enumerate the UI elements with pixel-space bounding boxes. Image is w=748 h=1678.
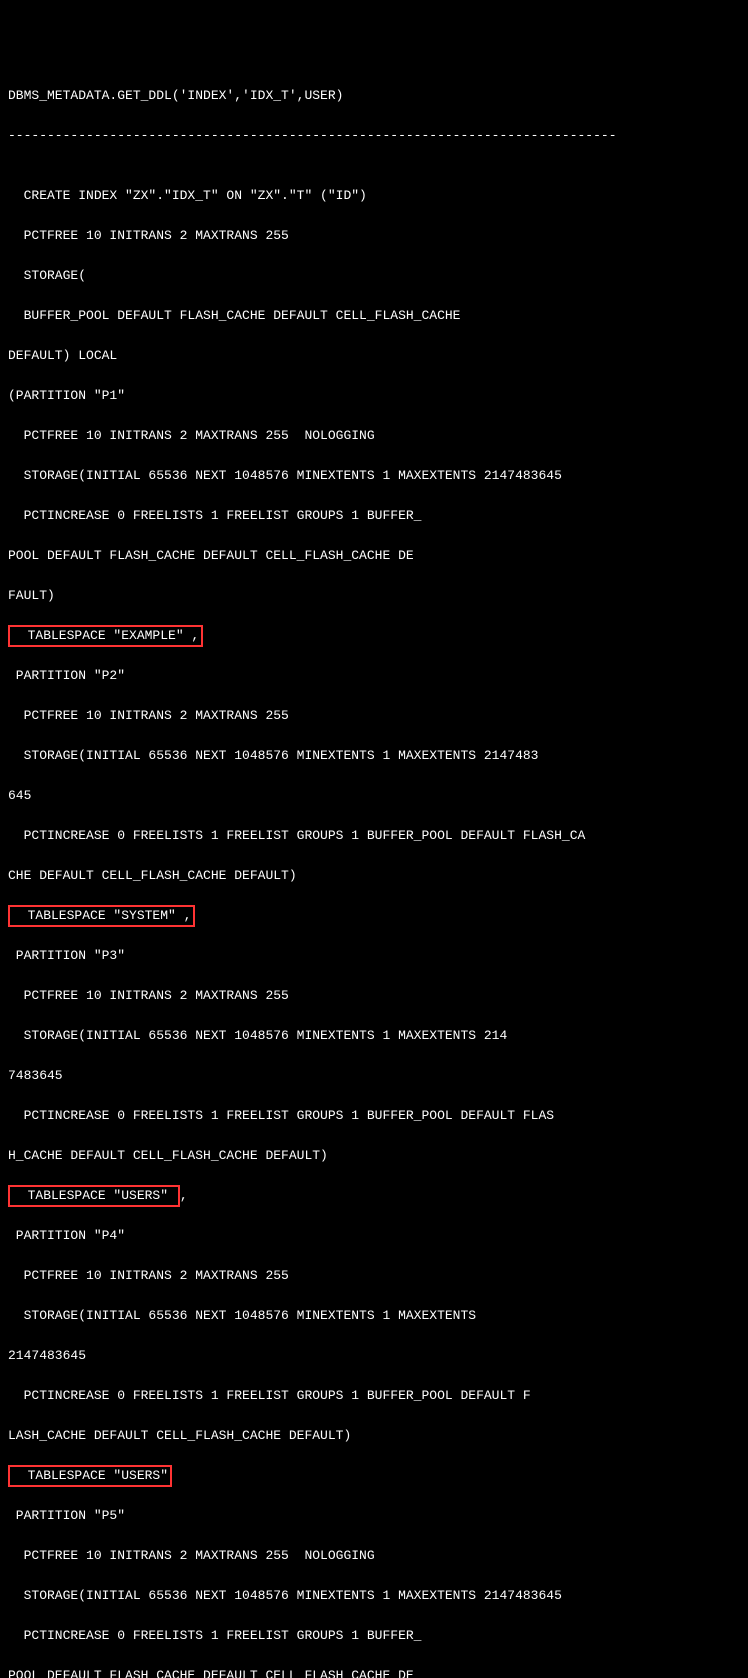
tablespace-highlight-p2: TABLESPACE "SYSTEM" ,: [8, 906, 740, 926]
ddl-line: PCTINCREASE 0 FREELISTS 1 FREELIST GROUP…: [8, 826, 740, 846]
ddl-line: PCTFREE 10 INITRANS 2 MAXTRANS 255: [8, 1266, 740, 1286]
highlight-box: TABLESPACE "USERS": [8, 1185, 180, 1207]
divider: ----------------------------------------…: [8, 126, 740, 146]
tablespace-highlight-p3: TABLESPACE "USERS" ,: [8, 1186, 740, 1206]
ddl-line: CREATE INDEX "ZX"."IDX_T" ON "ZX"."T" ("…: [8, 186, 740, 206]
ddl-line: STORAGE(INITIAL 65536 NEXT 1048576 MINEX…: [8, 466, 740, 486]
ddl-line: STORAGE(: [8, 266, 740, 286]
ddl-line: PCTFREE 10 INITRANS 2 MAXTRANS 255 NOLOG…: [8, 1546, 740, 1566]
ddl-line: STORAGE(INITIAL 65536 NEXT 1048576 MINEX…: [8, 1306, 740, 1326]
ddl-line: PCTINCREASE 0 FREELISTS 1 FREELIST GROUP…: [8, 1106, 740, 1126]
ddl-line: 2147483645: [8, 1346, 740, 1366]
ddl-line: PARTITION "P3": [8, 946, 740, 966]
ddl-line: CHE DEFAULT CELL_FLASH_CACHE DEFAULT): [8, 866, 740, 886]
highlight-box: TABLESPACE "SYSTEM" ,: [8, 905, 195, 927]
ddl-line: PCTINCREASE 0 FREELISTS 1 FREELIST GROUP…: [8, 506, 740, 526]
ddl-line: 645: [8, 786, 740, 806]
ddl-line: PARTITION "P4": [8, 1226, 740, 1246]
highlight-box: TABLESPACE "EXAMPLE" ,: [8, 625, 203, 647]
highlight-box: TABLESPACE "USERS": [8, 1465, 172, 1487]
ddl-line: STORAGE(INITIAL 65536 NEXT 1048576 MINEX…: [8, 1026, 740, 1046]
ddl-line: POOL DEFAULT FLASH_CACHE DEFAULT CELL_FL…: [8, 546, 740, 566]
ddl-line: POOL DEFAULT FLASH_CACHE DEFAULT CELL_FL…: [8, 1666, 740, 1678]
ddl-line: PCTFREE 10 INITRANS 2 MAXTRANS 255 NOLOG…: [8, 426, 740, 446]
ddl-line: PCTFREE 10 INITRANS 2 MAXTRANS 255: [8, 706, 740, 726]
ddl-line: 7483645: [8, 1066, 740, 1086]
ddl-line: PARTITION "P2": [8, 666, 740, 686]
ddl-line: PCTINCREASE 0 FREELISTS 1 FREELIST GROUP…: [8, 1626, 740, 1646]
ddl-line: STORAGE(INITIAL 65536 NEXT 1048576 MINEX…: [8, 1586, 740, 1606]
tablespace-highlight-p4: TABLESPACE "USERS": [8, 1466, 740, 1486]
ddl-line: (PARTITION "P1": [8, 386, 740, 406]
ddl-line: PCTINCREASE 0 FREELISTS 1 FREELIST GROUP…: [8, 1386, 740, 1406]
ddl-line: PCTFREE 10 INITRANS 2 MAXTRANS 255: [8, 986, 740, 1006]
ddl-line: H_CACHE DEFAULT CELL_FLASH_CACHE DEFAULT…: [8, 1146, 740, 1166]
ddl-line: FAULT): [8, 586, 740, 606]
ddl-line: LASH_CACHE DEFAULT CELL_FLASH_CACHE DEFA…: [8, 1426, 740, 1446]
ddl-line: STORAGE(INITIAL 65536 NEXT 1048576 MINEX…: [8, 746, 740, 766]
ddl-line: DEFAULT) LOCAL: [8, 346, 740, 366]
column-header: DBMS_METADATA.GET_DDL('INDEX','IDX_T',US…: [8, 86, 740, 106]
tablespace-highlight-p1: TABLESPACE "EXAMPLE" ,: [8, 626, 740, 646]
ddl-line: PCTFREE 10 INITRANS 2 MAXTRANS 255: [8, 226, 740, 246]
ddl-line: PARTITION "P5": [8, 1506, 740, 1526]
ddl-text: ,: [180, 1188, 188, 1203]
ddl-line: BUFFER_POOL DEFAULT FLASH_CACHE DEFAULT …: [8, 306, 740, 326]
